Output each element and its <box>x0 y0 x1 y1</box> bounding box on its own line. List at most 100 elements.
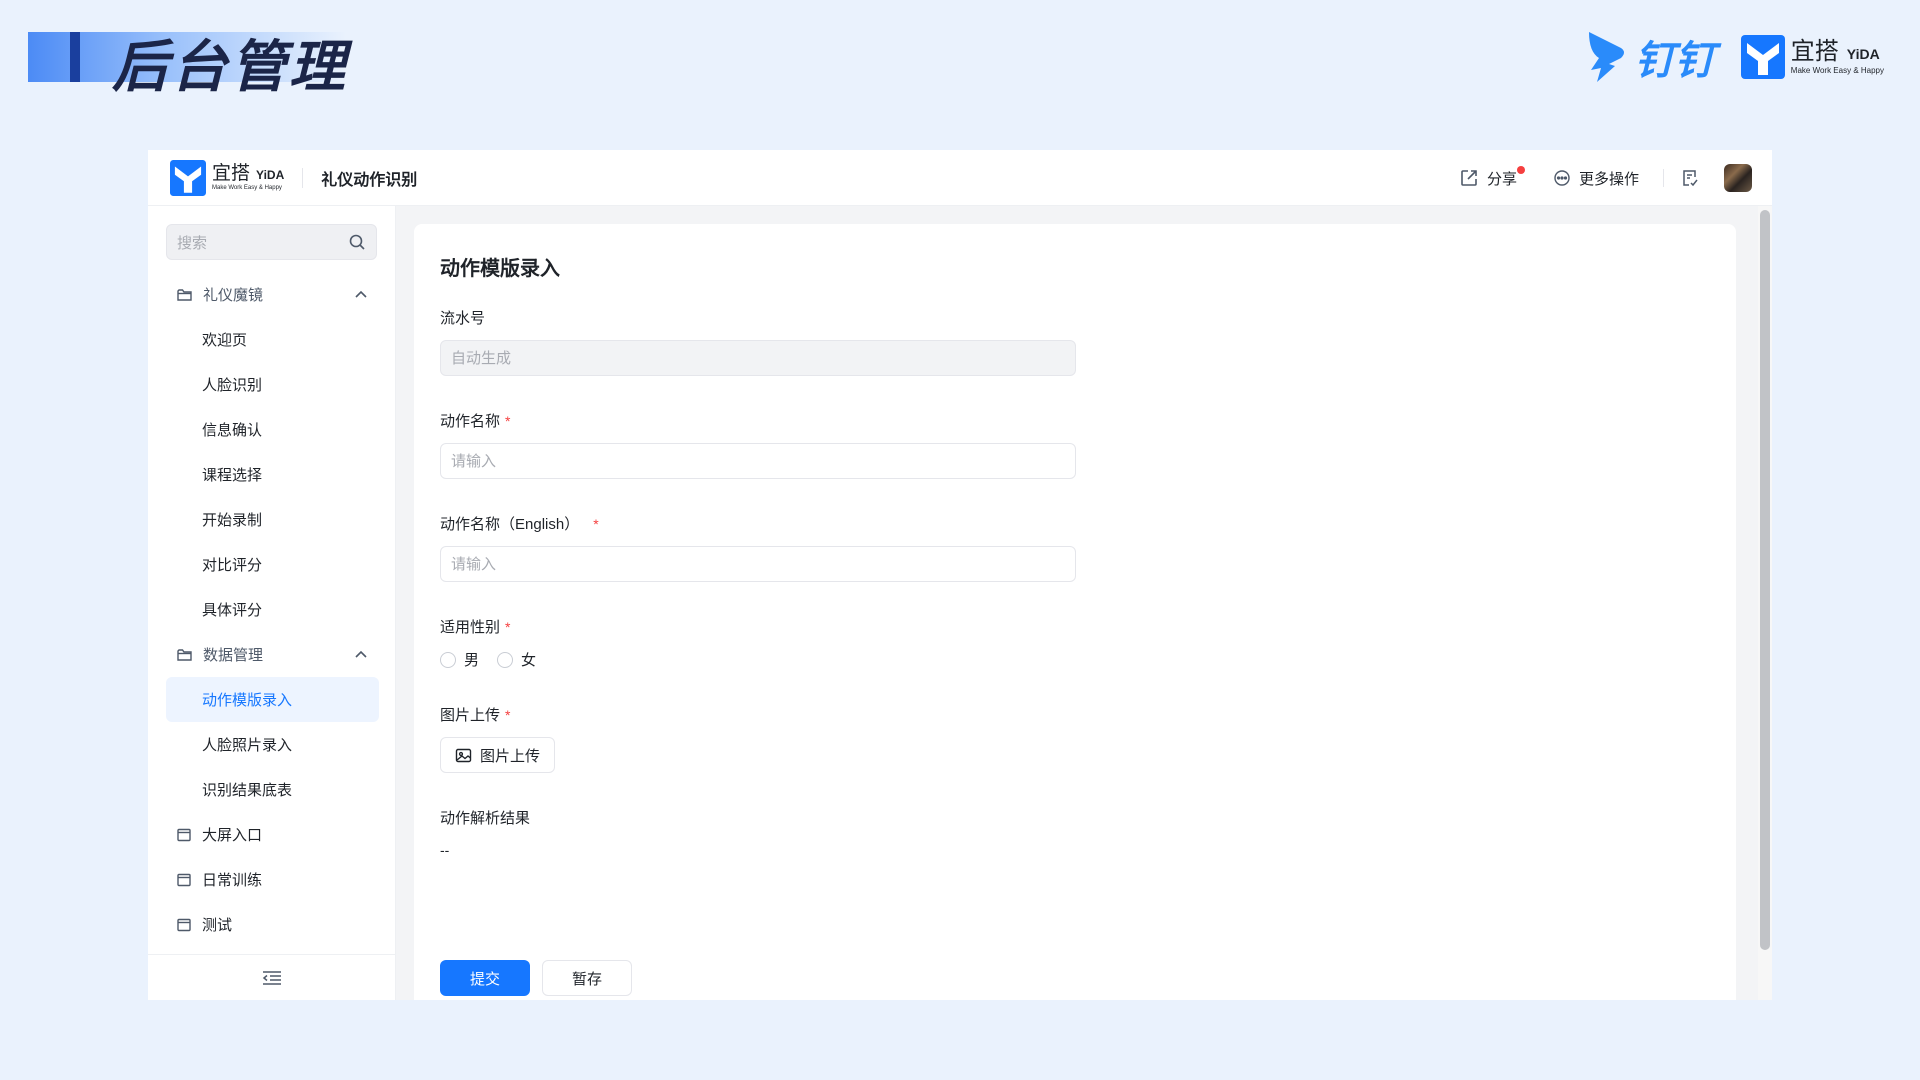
radio-circle[interactable] <box>440 651 456 668</box>
sidebar-search[interactable]: 搜索 <box>166 224 377 260</box>
share-button[interactable]: 分享 <box>1459 165 1525 189</box>
folder-icon <box>177 289 192 301</box>
sidebar-item-result-table[interactable]: 识别结果底表 <box>166 767 379 812</box>
folder-icon <box>177 649 192 661</box>
sidebar-item-face-recognition[interactable]: 人脸识别 <box>166 362 379 407</box>
image-icon <box>455 748 472 762</box>
logo-tagline: Make Work Easy & Happy <box>212 185 282 191</box>
analysis-result-label: 动作解析结果 <box>440 810 531 827</box>
more-actions-label: 更多操作 <box>1578 170 1639 188</box>
sidebar-item-compare-score[interactable]: 对比评分 <box>166 542 379 587</box>
action-name-en-input[interactable] <box>440 546 1076 582</box>
serial-label: 流水号 <box>440 310 486 327</box>
image-upload-label: 图片上传 <box>440 707 501 724</box>
search-input[interactable]: 搜索 <box>177 232 207 253</box>
serial-input <box>440 340 1076 376</box>
todo-button[interactable] <box>1680 168 1700 188</box>
image-upload-field: 图片上传 * 图片上传 <box>440 704 1710 773</box>
sidebar-collapse-button[interactable] <box>148 954 395 1000</box>
sidebar-item-big-screen[interactable]: 大屏入口 <box>148 812 395 857</box>
main-content: 动作模版录入 流水号 动作名称* 动作名称（English）* 适用性别* 男 <box>396 206 1772 1000</box>
action-name-label: 动作名称 <box>440 413 501 430</box>
more-icon <box>1554 170 1570 186</box>
slide-title: 后台管理 <box>112 35 348 100</box>
page-icon <box>177 828 191 841</box>
gender-radio-female[interactable]: 女 <box>497 649 536 670</box>
radio-label: 女 <box>521 652 537 669</box>
gender-radio-group: 男 女 <box>440 649 1710 670</box>
collapse-menu-icon <box>262 970 281 985</box>
group-liyimojing[interactable]: 礼仪魔镜 <box>148 272 395 317</box>
radio-label: 男 <box>464 652 480 669</box>
submit-button[interactable]: 提交 <box>440 960 530 996</box>
page-icon <box>177 873 191 886</box>
page-label: 大屏入口 <box>202 827 263 844</box>
sidebar-item-face-photo[interactable]: 人脸照片录入 <box>166 722 379 767</box>
app-window: 宜搭 YiDA Make Work Easy & Happy 礼仪动作识别 分享 <box>148 150 1772 1000</box>
top-bar: 宜搭 YiDA Make Work Easy & Happy 礼仪动作识别 分享 <box>148 150 1772 206</box>
form-title: 动作模版录入 <box>440 258 560 280</box>
dingtalk-wordmark: 钉钉 <box>1634 38 1715 84</box>
analysis-result-field: 动作解析结果 -- <box>440 807 1710 858</box>
logo-en-text: YiDA <box>256 168 285 182</box>
yida-logo: 宜搭 YiDA Make Work Easy & Happy <box>1740 35 1884 79</box>
brand-logos: 钉钉 宜搭 YiDA Make Work Easy & Happy <box>1585 28 1884 86</box>
gender-label: 适用性别 <box>440 619 501 636</box>
page-icon <box>177 918 191 931</box>
form-card: 动作模版录入 流水号 动作名称* 动作名称（English）* 适用性别* 男 <box>414 224 1736 1000</box>
required-mark: * <box>505 706 511 723</box>
sidebar-item-test[interactable]: 测试 <box>148 902 395 947</box>
group-label: 数据管理 <box>203 647 264 664</box>
group-data-management[interactable]: 数据管理 <box>148 632 395 677</box>
save-draft-button[interactable]: 暂存 <box>542 960 632 996</box>
page-label: 日常训练 <box>202 872 263 889</box>
analysis-result-value: -- <box>440 842 450 858</box>
required-mark: * <box>505 618 511 635</box>
action-name-en-field: 动作名称（English） * <box>440 513 1710 582</box>
yida-mark-icon <box>170 159 206 196</box>
sidebar-item-action-template[interactable]: 动作模版录入 <box>166 677 379 722</box>
banner-accent-bar <box>70 32 80 82</box>
sidebar-item-welcome[interactable]: 欢迎页 <box>166 317 379 362</box>
group-label: 礼仪魔镜 <box>203 287 264 304</box>
action-name-en-label: 动作名称（English） <box>440 516 580 533</box>
app-logo[interactable]: 宜搭 YiDA Make Work Easy & Happy <box>170 159 285 196</box>
gender-field: 适用性别 * 男 女 <box>440 616 1710 670</box>
dingtalk-logo: 钉钉 <box>1585 28 1715 86</box>
chevron-up-icon[interactable] <box>353 647 369 663</box>
topbar-divider <box>302 167 304 188</box>
form-actions: 提交 暂存 <box>440 960 632 996</box>
yida-en-text: YiDA <box>1846 45 1880 62</box>
user-avatar[interactable] <box>1724 164 1752 192</box>
upload-button-label: 图片上传 <box>480 747 541 765</box>
sidebar-item-daily-training[interactable]: 日常训练 <box>148 857 395 902</box>
chevron-up-icon[interactable] <box>353 287 369 303</box>
logo-cn-text: 宜搭 <box>212 163 251 184</box>
scrollbar-thumb[interactable] <box>1760 210 1770 950</box>
yida-mark-icon <box>1740 35 1785 79</box>
required-mark: * <box>593 515 599 532</box>
sidebar-item-course-select[interactable]: 课程选择 <box>166 452 379 497</box>
more-actions-button[interactable]: 更多操作 <box>1553 168 1639 189</box>
gender-radio-male[interactable]: 男 <box>440 649 479 670</box>
radio-circle[interactable] <box>497 651 514 668</box>
yida-cn-text: 宜搭 <box>1790 37 1839 65</box>
image-upload-button[interactable]: 图片上传 <box>440 737 556 773</box>
sidebar-item-detail-score[interactable]: 具体评分 <box>166 587 379 632</box>
sidebar-menu: 礼仪魔镜 欢迎页 人脸识别 信息确认 课程选择 开始录制 对比评分 具体评分 数… <box>148 272 395 947</box>
sidebar-item-start-recording[interactable]: 开始录制 <box>166 497 379 542</box>
yida-tagline: Make Work Easy & Happy <box>1790 65 1884 75</box>
sidebar-item-info-confirm[interactable]: 信息确认 <box>166 407 379 452</box>
actions-divider <box>1663 169 1664 187</box>
action-name-input[interactable] <box>440 443 1076 479</box>
share-icon <box>1461 170 1477 186</box>
sidebar: 搜索 礼仪魔镜 欢迎页 人脸识别 信息确认 课程选择 开始录制 对比评分 具体评… <box>148 206 396 1000</box>
top-actions: 分享 更多操作 <box>1459 150 1752 206</box>
search-icon[interactable] <box>348 233 366 251</box>
scrollbar-track[interactable] <box>1758 206 1772 1000</box>
action-name-field: 动作名称 * <box>440 410 1710 479</box>
notification-dot <box>1516 165 1525 174</box>
app-name: 礼仪动作识别 <box>321 171 418 189</box>
checklist-icon <box>1683 170 1698 187</box>
serial-field: 流水号 <box>440 307 1710 376</box>
